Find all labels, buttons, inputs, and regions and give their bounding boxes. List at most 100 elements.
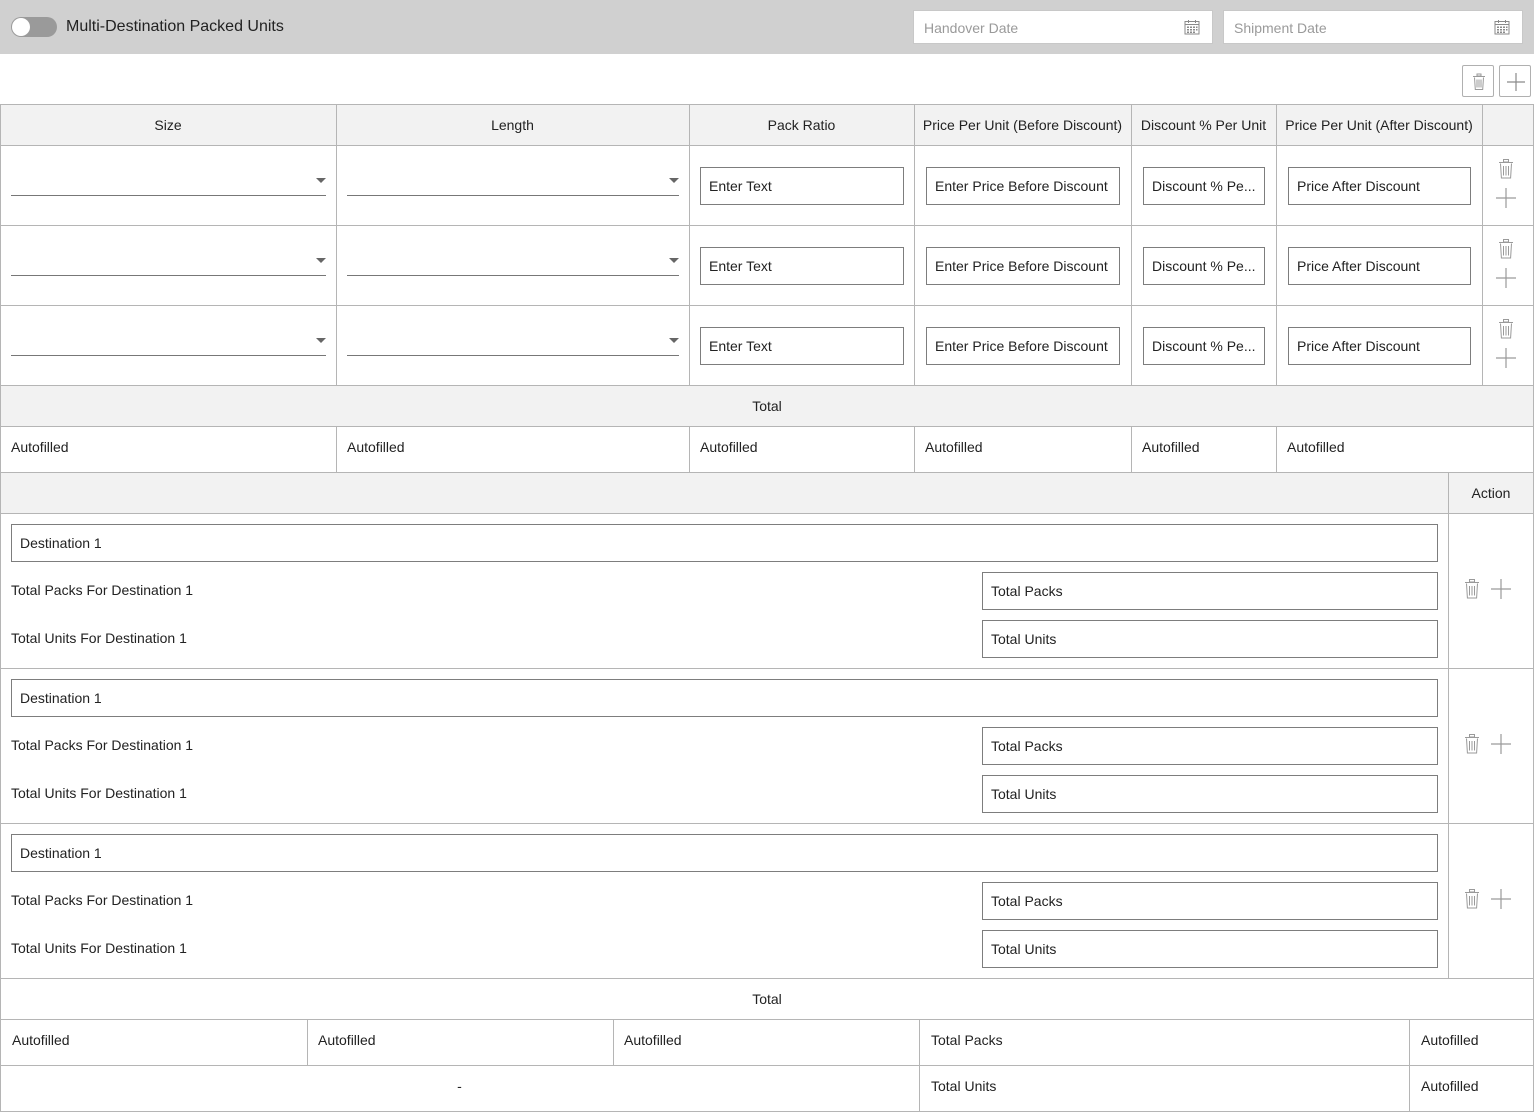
col-divider xyxy=(914,426,915,473)
price-before-input[interactable] xyxy=(926,327,1120,365)
plus-icon[interactable] xyxy=(1491,734,1511,754)
size-table-total-label: Total xyxy=(752,398,782,414)
trash-icon[interactable] xyxy=(1463,734,1481,754)
column-header-size: Size xyxy=(154,117,182,133)
total-price-before-value: Autofilled xyxy=(925,439,983,455)
plus-icon[interactable] xyxy=(1496,348,1516,368)
column-header-pack-ratio: Pack Ratio xyxy=(767,117,836,133)
total-units-label: Total Units For Destination 1 xyxy=(11,940,187,956)
price-after-input[interactable] xyxy=(1288,327,1471,365)
row-divider xyxy=(0,305,1534,306)
col-divider xyxy=(613,1019,614,1065)
col-divider xyxy=(689,426,690,473)
length-dropdown[interactable] xyxy=(347,172,679,196)
total-pack-ratio-value: Autofilled xyxy=(700,439,758,455)
chevron-down-icon xyxy=(669,338,679,343)
total-price-after-value: Autofilled xyxy=(1287,439,1345,455)
trash-icon[interactable] xyxy=(1497,319,1515,339)
total-units-input[interactable] xyxy=(982,620,1438,658)
add-table-button[interactable] xyxy=(1499,65,1531,97)
pack-ratio-input[interactable] xyxy=(700,327,904,365)
row-divider xyxy=(0,823,1534,824)
total-packs-input[interactable] xyxy=(982,572,1438,610)
trash-icon[interactable] xyxy=(1497,239,1515,259)
grand-total-value: Autofilled xyxy=(318,1032,376,1048)
row-divider xyxy=(0,225,1534,226)
multi-destination-toggle[interactable] xyxy=(11,17,57,37)
discount-input[interactable] xyxy=(1143,247,1265,285)
price-after-input[interactable] xyxy=(1288,247,1471,285)
size-dropdown[interactable] xyxy=(11,172,326,196)
trash-icon xyxy=(1473,73,1485,90)
discount-input[interactable] xyxy=(1143,327,1265,365)
delete-table-button[interactable] xyxy=(1462,65,1494,97)
plus-icon xyxy=(1507,73,1525,91)
total-length-value: Autofilled xyxy=(347,439,405,455)
plus-icon[interactable] xyxy=(1491,579,1511,599)
destination-name-input[interactable] xyxy=(11,834,1438,872)
col-divider xyxy=(1276,104,1277,385)
col-divider xyxy=(1448,472,1449,979)
total-packs-label: Total Packs For Destination 1 xyxy=(11,892,194,908)
price-before-input[interactable] xyxy=(926,247,1120,285)
chevron-down-icon xyxy=(316,178,326,183)
plus-icon[interactable] xyxy=(1491,889,1511,909)
plus-icon[interactable] xyxy=(1496,268,1516,288)
destination-name-input[interactable] xyxy=(11,524,1438,562)
trash-icon[interactable] xyxy=(1463,889,1481,909)
col-divider xyxy=(307,1019,308,1065)
size-table xyxy=(0,104,1534,473)
row-divider xyxy=(0,426,1534,427)
calendar-icon[interactable] xyxy=(1184,19,1200,35)
trash-icon[interactable] xyxy=(1463,579,1481,599)
grand-total-value: Autofilled xyxy=(624,1032,682,1048)
calendar-icon[interactable] xyxy=(1494,19,1510,35)
length-dropdown[interactable] xyxy=(347,332,679,356)
grand-total-label: Total xyxy=(752,991,782,1007)
row-divider xyxy=(0,668,1534,669)
toggle-label: Multi-Destination Packed Units xyxy=(66,18,284,35)
total-units-input[interactable] xyxy=(982,930,1438,968)
price-before-input[interactable] xyxy=(926,167,1120,205)
price-after-input[interactable] xyxy=(1288,167,1471,205)
size-dropdown[interactable] xyxy=(11,252,326,276)
grand-total-units-value: Autofilled xyxy=(1421,1078,1479,1094)
discount-input[interactable] xyxy=(1143,167,1265,205)
total-units-input[interactable] xyxy=(982,775,1438,813)
length-dropdown[interactable] xyxy=(347,252,679,276)
trash-icon[interactable] xyxy=(1497,159,1515,179)
chevron-down-icon xyxy=(316,258,326,263)
col-divider xyxy=(914,104,915,385)
handover-date-placeholder: Handover Date xyxy=(924,20,1019,36)
column-header-price-after: Price Per Unit (After Discount) xyxy=(1285,117,1473,133)
col-divider xyxy=(1131,426,1132,473)
col-divider xyxy=(689,104,690,385)
total-discount-value: Autofilled xyxy=(1142,439,1200,455)
action-column-header: Action xyxy=(1471,485,1511,501)
col-divider xyxy=(336,104,337,385)
total-size-value: Autofilled xyxy=(11,439,69,455)
column-header-discount: Discount % Per Unit xyxy=(1140,117,1267,133)
grand-total-packs-value: Autofilled xyxy=(1421,1032,1479,1048)
col-divider xyxy=(1482,104,1483,385)
col-divider xyxy=(919,1019,920,1112)
handover-date-field[interactable]: Handover Date xyxy=(913,10,1213,44)
grand-total-packs-label: Total Packs xyxy=(931,1032,1003,1048)
total-units-label: Total Units For Destination 1 xyxy=(11,785,187,801)
row-divider xyxy=(0,385,1534,386)
row-divider xyxy=(0,513,1534,514)
col-divider xyxy=(336,426,337,473)
col-divider xyxy=(1409,1019,1410,1112)
plus-icon[interactable] xyxy=(1496,188,1516,208)
size-dropdown[interactable] xyxy=(11,332,326,356)
destination-name-input[interactable] xyxy=(11,679,1438,717)
total-packs-label: Total Packs For Destination 1 xyxy=(11,737,194,753)
shipment-date-field[interactable]: Shipment Date xyxy=(1223,10,1523,44)
total-packs-input[interactable] xyxy=(982,727,1438,765)
grand-total-units-label: Total Units xyxy=(931,1078,997,1094)
pack-ratio-input[interactable] xyxy=(700,247,904,285)
total-packs-input[interactable] xyxy=(982,882,1438,920)
grand-total-dash: - xyxy=(457,1078,462,1094)
grand-total-value: Autofilled xyxy=(12,1032,70,1048)
pack-ratio-input[interactable] xyxy=(700,167,904,205)
